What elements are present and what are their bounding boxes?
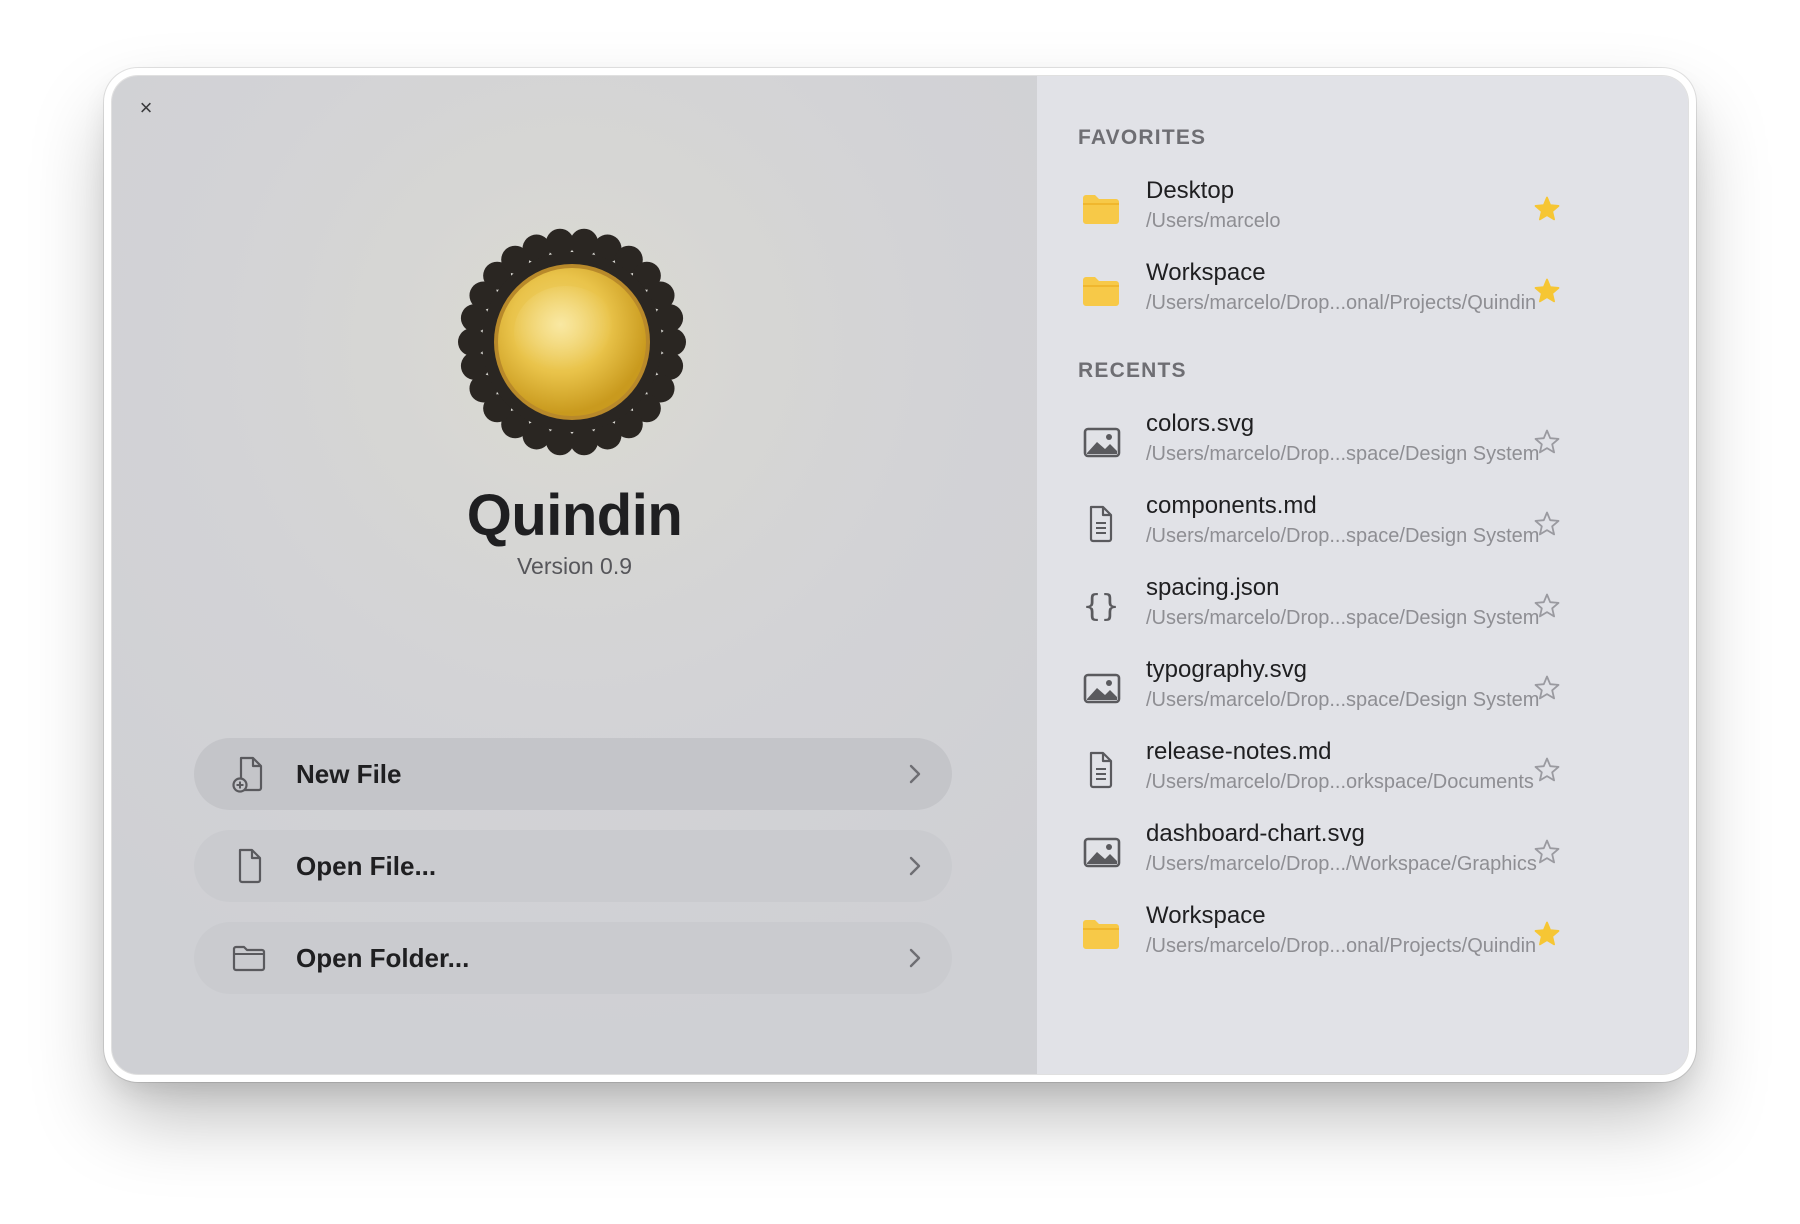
braces-icon: {} <box>1079 586 1123 626</box>
item-path: /Users/marcelo/Drop.../Workspace/Graphic… <box>1146 853 1537 875</box>
open-file-button[interactable]: Open File... <box>194 830 952 902</box>
image-icon <box>1079 832 1123 872</box>
item-name: spacing.json <box>1146 574 1280 601</box>
item-path: /Users/marcelo/Drop...space/Design Syste… <box>1146 443 1540 465</box>
item-path: /Users/marcelo/Drop...orkspace/Documents <box>1146 771 1534 793</box>
app-logo <box>458 228 686 456</box>
recent-item-spacing-json[interactable]: {} spacing.json/Users/marcelo/Drop...spac… <box>1073 570 1593 644</box>
item-name: colors.svg <box>1146 410 1255 437</box>
recent-item-release-notes-md[interactable]: release-notes.md/Users/marcelo/Drop...or… <box>1073 734 1593 808</box>
folder-icon <box>1079 914 1123 954</box>
app-title: Quindin <box>466 483 683 548</box>
item-name: typography.svg <box>1146 656 1307 683</box>
chevron-right-icon <box>909 764 921 784</box>
star-outline-icon[interactable] <box>1533 510 1561 538</box>
image-icon <box>1079 422 1123 462</box>
favorites-heading: FAVORITES <box>1078 126 1207 149</box>
star-outline-icon[interactable] <box>1533 756 1561 784</box>
document-icon <box>1079 750 1123 790</box>
new-file-icon <box>232 756 263 793</box>
star-outline-icon[interactable] <box>1533 592 1561 620</box>
star-outline-icon[interactable] <box>1533 428 1561 456</box>
folder-icon <box>1079 189 1123 229</box>
chevron-right-icon <box>909 948 921 968</box>
recent-item-workspace[interactable]: Workspace/Users/marcelo/Drop...onal/Proj… <box>1073 898 1593 972</box>
item-path: /Users/marcelo/Drop...onal/Projects/Quin… <box>1146 292 1537 314</box>
open-folder-button[interactable]: Open Folder... <box>194 922 952 994</box>
recent-item-dashboard-chart-svg[interactable]: dashboard-chart.svg/Users/marcelo/Drop..… <box>1073 816 1593 890</box>
favorite-item-desktop[interactable]: Desktop/Users/marcelo <box>1073 173 1593 247</box>
item-path: /Users/marcelo/Drop...space/Design Syste… <box>1146 607 1540 629</box>
star-filled-icon[interactable] <box>1533 277 1561 305</box>
favorite-item-workspace[interactable]: Workspace/Users/marcelo/Drop...onal/Proj… <box>1073 255 1593 329</box>
item-name: Workspace <box>1146 902 1266 929</box>
new-file-label: New File <box>296 758 402 789</box>
app-version: Version 0.9 <box>516 553 633 579</box>
folder-icon <box>232 945 266 972</box>
recent-item-components-md[interactable]: components.md/Users/marcelo/Drop...space… <box>1073 488 1593 562</box>
recents-heading: RECENTS <box>1078 359 1187 382</box>
item-name: Desktop <box>1146 177 1235 204</box>
welcome-window: × Quindin Version 0.9 New File Open File… <box>112 76 1688 1074</box>
item-name: dashboard-chart.svg <box>1146 820 1365 847</box>
item-name: Workspace <box>1146 259 1266 286</box>
chevron-right-icon <box>909 856 921 876</box>
recent-item-colors-svg[interactable]: colors.svg/Users/marcelo/Drop...space/De… <box>1073 406 1593 480</box>
star-filled-icon[interactable] <box>1533 920 1561 948</box>
image-icon <box>1079 668 1123 708</box>
new-file-button[interactable]: New File <box>194 738 952 810</box>
item-path: /Users/marcelo <box>1146 210 1281 232</box>
star-filled-icon[interactable] <box>1533 195 1561 223</box>
file-browser-panel: FAVORITES Desktop/Users/marcelo Workspace… <box>1037 76 1688 1074</box>
star-outline-icon[interactable] <box>1533 674 1561 702</box>
svg-text:{}: {} <box>1083 589 1119 624</box>
star-outline-icon[interactable] <box>1533 838 1561 866</box>
open-file-label: Open File... <box>296 850 437 881</box>
item-path: /Users/marcelo/Drop...space/Design Syste… <box>1146 525 1540 547</box>
item-name: components.md <box>1146 492 1317 519</box>
item-path: /Users/marcelo/Drop...onal/Projects/Quin… <box>1146 935 1537 957</box>
item-name: release-notes.md <box>1146 738 1332 765</box>
close-button[interactable]: × <box>134 96 158 120</box>
welcome-panel: × Quindin Version 0.9 New File Open File… <box>112 76 1037 1074</box>
open-folder-label: Open Folder... <box>296 942 470 973</box>
recent-item-typography-svg[interactable]: typography.svg/Users/marcelo/Drop...spac… <box>1073 652 1593 726</box>
document-icon <box>1079 504 1123 544</box>
folder-icon <box>1079 271 1123 311</box>
item-path: /Users/marcelo/Drop...space/Design Syste… <box>1146 689 1540 711</box>
file-icon <box>238 848 262 884</box>
